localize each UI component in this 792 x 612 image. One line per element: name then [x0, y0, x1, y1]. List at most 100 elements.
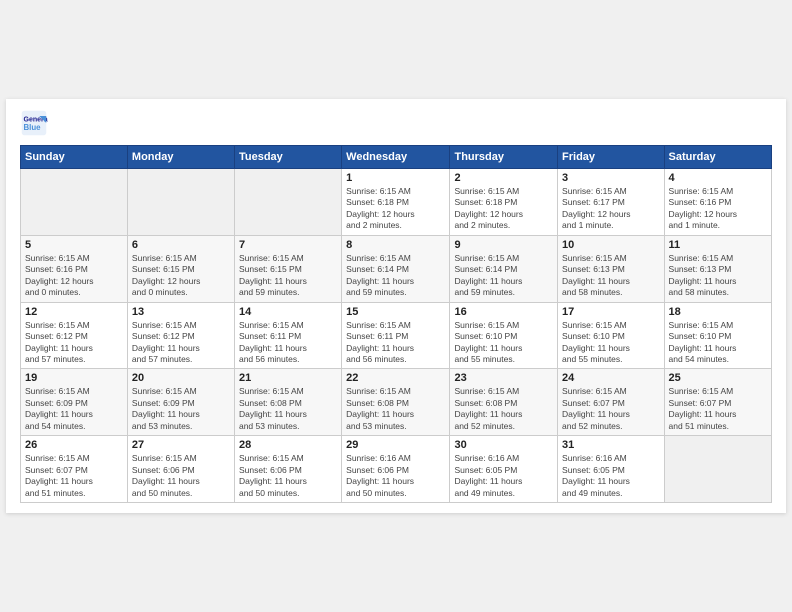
day-cell-28: 28Sunrise: 6:15 AM Sunset: 6:06 PM Dayli…: [234, 436, 341, 503]
day-number: 9: [454, 239, 553, 251]
day-number: 10: [562, 239, 660, 251]
day-detail: Sunrise: 6:15 AM Sunset: 6:18 PM Dayligh…: [454, 186, 553, 232]
weekday-header-saturday: Saturday: [664, 145, 771, 168]
day-number: 1: [346, 172, 445, 184]
week-row-1: 1 Sunrise: 6:15 AM Sunset: 6:18 PM Daylig…: [21, 168, 772, 235]
day-number: 29: [346, 439, 445, 451]
day-detail: Sunrise: 6:15 AM Sunset: 6:08 PM Dayligh…: [239, 386, 337, 432]
calendar-container: General Blue SundayMondayTuesdayWednesda…: [6, 99, 786, 513]
day-detail: Sunrise: 6:15 AM Sunset: 6:09 PM Dayligh…: [132, 386, 230, 432]
empty-cell: [664, 436, 771, 503]
weekday-header-wednesday: Wednesday: [342, 145, 450, 168]
day-number: 27: [132, 439, 230, 451]
day-cell-13: 13 Sunrise: 6:15 AM Sunset: 6:12 PM Dayli…: [127, 302, 234, 369]
day-detail: Sunrise: 6:15 AM Sunset: 6:06 PM Dayligh…: [132, 453, 230, 499]
day-number: 6: [132, 239, 230, 251]
day-detail: Sunrise: 6:15 AM Sunset: 6:14 PM Dayligh…: [454, 253, 553, 299]
day-detail: Sunrise: 6:15 AM Sunset: 6:08 PM Dayligh…: [346, 386, 445, 432]
weekday-header-row: SundayMondayTuesdayWednesdayThursdayFrid…: [21, 145, 772, 168]
day-detail: Sunrise: 6:15 AM Sunset: 6:07 PM Dayligh…: [562, 386, 660, 432]
empty-cell: [21, 168, 128, 235]
day-number: 14: [239, 306, 337, 318]
day-number: 22: [346, 372, 445, 384]
day-number: 25: [669, 372, 767, 384]
day-number: 19: [25, 372, 123, 384]
day-cell-27: 27 Sunrise: 6:15 AM Sunset: 6:06 PM Dayli…: [127, 436, 234, 503]
day-number: 3: [562, 172, 660, 184]
day-cell-7: 7Sunrise: 6:15 AM Sunset: 6:15 PM Daylig…: [234, 235, 341, 302]
day-detail: Sunrise: 6:15 AM Sunset: 6:14 PM Dayligh…: [346, 253, 445, 299]
day-cell-18: 18 Sunrise: 6:15 AM Sunset: 6:10 PM Dayli…: [664, 302, 771, 369]
day-detail: Sunrise: 6:15 AM Sunset: 6:07 PM Dayligh…: [25, 453, 123, 499]
day-number: 26: [25, 439, 123, 451]
weekday-header-monday: Monday: [127, 145, 234, 168]
weekday-header-friday: Friday: [558, 145, 665, 168]
day-detail: Sunrise: 6:16 AM Sunset: 6:05 PM Dayligh…: [562, 453, 660, 499]
weekday-header-tuesday: Tuesday: [234, 145, 341, 168]
day-detail: Sunrise: 6:15 AM Sunset: 6:17 PM Dayligh…: [562, 186, 660, 232]
day-cell-8: 8Sunrise: 6:15 AM Sunset: 6:14 PM Daylig…: [342, 235, 450, 302]
day-cell-17: 17 Sunrise: 6:15 AM Sunset: 6:10 PM Dayli…: [558, 302, 665, 369]
day-number: 31: [562, 439, 660, 451]
logo: General Blue: [20, 109, 52, 137]
day-number: 4: [669, 172, 767, 184]
day-cell-3: 3 Sunrise: 6:15 AM Sunset: 6:17 PM Daylig…: [558, 168, 665, 235]
empty-cell: [234, 168, 341, 235]
svg-text:Blue: Blue: [24, 123, 42, 132]
day-cell-31: 31 Sunrise: 6:16 AM Sunset: 6:05 PM Dayli…: [558, 436, 665, 503]
day-cell-15: 15Sunrise: 6:15 AM Sunset: 6:11 PM Dayli…: [342, 302, 450, 369]
day-detail: Sunrise: 6:15 AM Sunset: 6:15 PM Dayligh…: [239, 253, 337, 299]
day-detail: Sunrise: 6:15 AM Sunset: 6:10 PM Dayligh…: [562, 320, 660, 366]
day-detail: Sunrise: 6:15 AM Sunset: 6:13 PM Dayligh…: [669, 253, 767, 299]
day-cell-12: 12 Sunrise: 6:15 AM Sunset: 6:12 PM Dayli…: [21, 302, 128, 369]
day-cell-6: 6 Sunrise: 6:15 AM Sunset: 6:15 PM Daylig…: [127, 235, 234, 302]
day-number: 24: [562, 372, 660, 384]
day-number: 16: [454, 306, 553, 318]
day-detail: Sunrise: 6:15 AM Sunset: 6:09 PM Dayligh…: [25, 386, 123, 432]
day-cell-2: 2 Sunrise: 6:15 AM Sunset: 6:18 PM Daylig…: [450, 168, 558, 235]
day-detail: Sunrise: 6:15 AM Sunset: 6:15 PM Dayligh…: [132, 253, 230, 299]
day-detail: Sunrise: 6:15 AM Sunset: 6:10 PM Dayligh…: [454, 320, 553, 366]
day-number: 18: [669, 306, 767, 318]
day-number: 20: [132, 372, 230, 384]
day-cell-30: 30 Sunrise: 6:16 AM Sunset: 6:05 PM Dayli…: [450, 436, 558, 503]
week-row-2: 5 Sunrise: 6:15 AM Sunset: 6:16 PM Daylig…: [21, 235, 772, 302]
day-cell-20: 20 Sunrise: 6:15 AM Sunset: 6:09 PM Dayli…: [127, 369, 234, 436]
day-detail: Sunrise: 6:16 AM Sunset: 6:06 PM Dayligh…: [346, 453, 445, 499]
day-detail: Sunrise: 6:15 AM Sunset: 6:11 PM Dayligh…: [346, 320, 445, 366]
day-cell-16: 16 Sunrise: 6:15 AM Sunset: 6:10 PM Dayli…: [450, 302, 558, 369]
day-number: 17: [562, 306, 660, 318]
day-number: 12: [25, 306, 123, 318]
day-cell-25: 25 Sunrise: 6:15 AM Sunset: 6:07 PM Dayli…: [664, 369, 771, 436]
day-number: 11: [669, 239, 767, 251]
day-detail: Sunrise: 6:15 AM Sunset: 6:07 PM Dayligh…: [669, 386, 767, 432]
day-cell-14: 14Sunrise: 6:15 AM Sunset: 6:11 PM Dayli…: [234, 302, 341, 369]
day-detail: Sunrise: 6:15 AM Sunset: 6:12 PM Dayligh…: [132, 320, 230, 366]
day-cell-23: 23 Sunrise: 6:15 AM Sunset: 6:08 PM Dayli…: [450, 369, 558, 436]
day-number: 30: [454, 439, 553, 451]
day-number: 13: [132, 306, 230, 318]
day-detail: Sunrise: 6:15 AM Sunset: 6:18 PM Dayligh…: [346, 186, 445, 232]
day-detail: Sunrise: 6:15 AM Sunset: 6:13 PM Dayligh…: [562, 253, 660, 299]
day-detail: Sunrise: 6:15 AM Sunset: 6:12 PM Dayligh…: [25, 320, 123, 366]
day-detail: Sunrise: 6:15 AM Sunset: 6:10 PM Dayligh…: [669, 320, 767, 366]
day-cell-24: 24 Sunrise: 6:15 AM Sunset: 6:07 PM Dayli…: [558, 369, 665, 436]
day-cell-26: 26 Sunrise: 6:15 AM Sunset: 6:07 PM Dayli…: [21, 436, 128, 503]
week-row-4: 19 Sunrise: 6:15 AM Sunset: 6:09 PM Dayli…: [21, 369, 772, 436]
day-number: 5: [25, 239, 123, 251]
header: General Blue: [20, 109, 772, 137]
day-detail: Sunrise: 6:16 AM Sunset: 6:05 PM Dayligh…: [454, 453, 553, 499]
calendar-table: SundayMondayTuesdayWednesdayThursdayFrid…: [20, 145, 772, 503]
day-number: 28: [239, 439, 337, 451]
day-number: 23: [454, 372, 553, 384]
day-cell-9: 9 Sunrise: 6:15 AM Sunset: 6:14 PM Daylig…: [450, 235, 558, 302]
weekday-header-sunday: Sunday: [21, 145, 128, 168]
week-row-3: 12 Sunrise: 6:15 AM Sunset: 6:12 PM Dayli…: [21, 302, 772, 369]
day-cell-19: 19 Sunrise: 6:15 AM Sunset: 6:09 PM Dayli…: [21, 369, 128, 436]
day-detail: Sunrise: 6:15 AM Sunset: 6:08 PM Dayligh…: [454, 386, 553, 432]
day-cell-21: 21Sunrise: 6:15 AM Sunset: 6:08 PM Dayli…: [234, 369, 341, 436]
day-cell-29: 29 Sunrise: 6:16 AM Sunset: 6:06 PM Dayli…: [342, 436, 450, 503]
day-detail: Sunrise: 6:15 AM Sunset: 6:16 PM Dayligh…: [25, 253, 123, 299]
day-number: 2: [454, 172, 553, 184]
day-cell-5: 5 Sunrise: 6:15 AM Sunset: 6:16 PM Daylig…: [21, 235, 128, 302]
